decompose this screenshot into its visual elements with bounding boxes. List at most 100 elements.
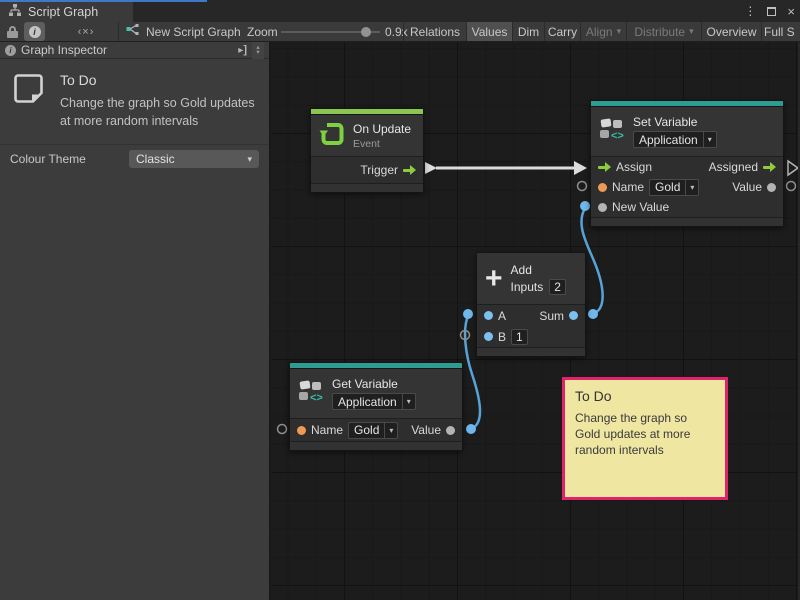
dock-pane-icon[interactable]: ▸] (238, 44, 247, 56)
graph-inspector-header: i Graph Inspector ▸] ▴ ▾ (0, 42, 269, 59)
control-output-arrow-icon[interactable] (763, 162, 776, 172)
variable-name-dropdown[interactable]: Gold ▾ (348, 422, 398, 439)
svg-text:<>: <> (310, 392, 323, 404)
graph-canvas[interactable]: On Update Event Trigger (271, 42, 798, 600)
align-button[interactable]: Align▾ (581, 22, 626, 41)
tab-bar: Script Graph ⋮ × (0, 0, 800, 22)
name-port-dot[interactable] (297, 426, 306, 435)
add-plus-icon: + (485, 267, 503, 291)
port-add-sum-external[interactable] (588, 309, 598, 319)
name-port-label: Name (612, 180, 644, 194)
todo-description: Change the graph so Gold updates at more… (60, 95, 257, 130)
node-add[interactable]: + Add Inputs 2 A Sum (476, 252, 586, 357)
zoom-slider-handle[interactable] (361, 27, 371, 37)
node-get-variable[interactable]: <> Get Variable Application ▾ Name (289, 362, 463, 451)
variable-icon: <> (298, 380, 324, 407)
tab-script-graph[interactable]: Script Graph (0, 2, 133, 22)
node-set-variable[interactable]: <> Set Variable Application ▾ Assi (590, 100, 784, 227)
wire-start-arrow[interactable] (425, 162, 437, 174)
node-title: Set Variable (633, 115, 717, 129)
sticky-note[interactable]: To Do Change the graph so Gold updates a… (562, 377, 728, 500)
info-icon: i (5, 45, 16, 56)
inputs-count-field[interactable]: 2 (549, 279, 566, 295)
toolbar-divider (118, 22, 119, 41)
zoom-label: Zoom (247, 22, 278, 41)
code-view-button[interactable]: ‹×› (66, 22, 106, 41)
value-port-dot[interactable] (446, 426, 455, 435)
chevron-down-icon: ▾ (689, 26, 694, 37)
chevron-down-icon: ▾ (703, 132, 716, 147)
sticky-note-title: To Do (575, 388, 715, 404)
variable-icon: <> (599, 118, 625, 145)
close-icon[interactable]: × (787, 5, 795, 18)
values-button[interactable]: Values (467, 22, 512, 41)
value-port-label: Value (411, 423, 441, 437)
port-setvariable-name-external[interactable] (578, 182, 587, 191)
relations-button[interactable]: Relations (404, 22, 466, 41)
new-value-port-dot[interactable] (598, 203, 607, 212)
node-title: Get Variable (332, 377, 416, 391)
sum-port-label: Sum (539, 309, 564, 323)
lock-button[interactable] (5, 22, 19, 41)
port-setvariable-newvalue-external[interactable] (580, 201, 590, 211)
window-controls: ⋮ × (744, 2, 795, 20)
new-script-graph-breadcrumb[interactable]: New Script Graph (126, 22, 241, 41)
port-setvariable-value-external[interactable] (787, 182, 796, 191)
node-title: On Update (353, 122, 411, 136)
new-script-graph-label: New Script Graph (146, 25, 241, 39)
chevron-down-icon: ▾ (685, 180, 698, 195)
new-value-port-label: New Value (612, 200, 669, 214)
maximize-icon[interactable] (767, 7, 776, 16)
graph-inspector-panel: i Graph Inspector ▸] ▴ ▾ (0, 42, 271, 600)
svg-text:<>: <> (611, 130, 624, 142)
a-port-dot[interactable] (484, 311, 493, 320)
b-value-field[interactable]: 1 (511, 329, 528, 345)
node-title: Add (511, 263, 566, 277)
wire-end-arrow[interactable] (574, 161, 587, 175)
port-getvariable-value-external[interactable] (466, 424, 476, 434)
colour-theme-dropdown[interactable]: Classic ▾ (129, 150, 259, 168)
node-on-update[interactable]: On Update Event Trigger (310, 108, 424, 193)
code-icon: ‹×› (78, 26, 95, 38)
colour-theme-value: Classic (136, 152, 175, 166)
variable-name-dropdown[interactable]: Gold ▾ (649, 179, 699, 196)
colour-theme-label: Colour Theme (10, 152, 86, 166)
chevron-down-icon: ▾ (617, 26, 622, 37)
port-getvariable-name-external[interactable] (278, 425, 287, 434)
control-input-arrow-icon[interactable] (598, 162, 611, 172)
variable-scope-dropdown[interactable]: Application ▾ (633, 131, 717, 148)
graph-inspector-title: Graph Inspector (21, 43, 107, 57)
dim-button[interactable]: Dim (513, 22, 544, 41)
todo-title: To Do (60, 72, 257, 88)
value-port-dot[interactable] (767, 183, 776, 192)
tab-title: Script Graph (28, 5, 98, 19)
b-port-label: B (498, 330, 506, 344)
graph-asset-icon (126, 24, 139, 39)
overview-button[interactable]: Overview (702, 22, 761, 41)
fullscreen-button[interactable]: Full S (764, 22, 800, 41)
a-port-label: A (498, 309, 506, 323)
spinner-down-icon[interactable]: ▾ (256, 50, 259, 55)
carry-button[interactable]: Carry (545, 22, 580, 41)
port-setvariable-assigned-external[interactable] (788, 161, 798, 175)
sum-port-dot[interactable] (569, 311, 578, 320)
inspector-toggle-button[interactable]: i (24, 22, 45, 41)
b-port-dot[interactable] (484, 332, 493, 341)
name-port-label: Name (311, 423, 343, 437)
overflow-menu-icon[interactable]: ⋮ (744, 5, 756, 17)
chevron-down-icon: ▾ (384, 423, 397, 438)
chevron-down-icon: ▾ (402, 394, 415, 409)
control-output-arrow-icon[interactable] (403, 165, 416, 175)
distribute-button[interactable]: Distribute▾ (627, 22, 701, 41)
name-port-dot[interactable] (598, 183, 607, 192)
sticky-note-icon (12, 72, 45, 130)
script-graph-icon (8, 4, 22, 20)
info-icon: i (29, 26, 41, 38)
inputs-label: Inputs (511, 280, 544, 294)
assigned-port-label: Assigned (709, 160, 758, 174)
graph-toolbar: i ‹×› New Script Graph Zoom 0.9x (0, 22, 800, 42)
port-add-a-external[interactable] (463, 309, 473, 319)
panel-scroll-spinner[interactable]: ▴ ▾ (252, 42, 264, 59)
variable-scope-dropdown[interactable]: Application ▾ (332, 393, 416, 410)
value-port-label: Value (732, 180, 762, 194)
